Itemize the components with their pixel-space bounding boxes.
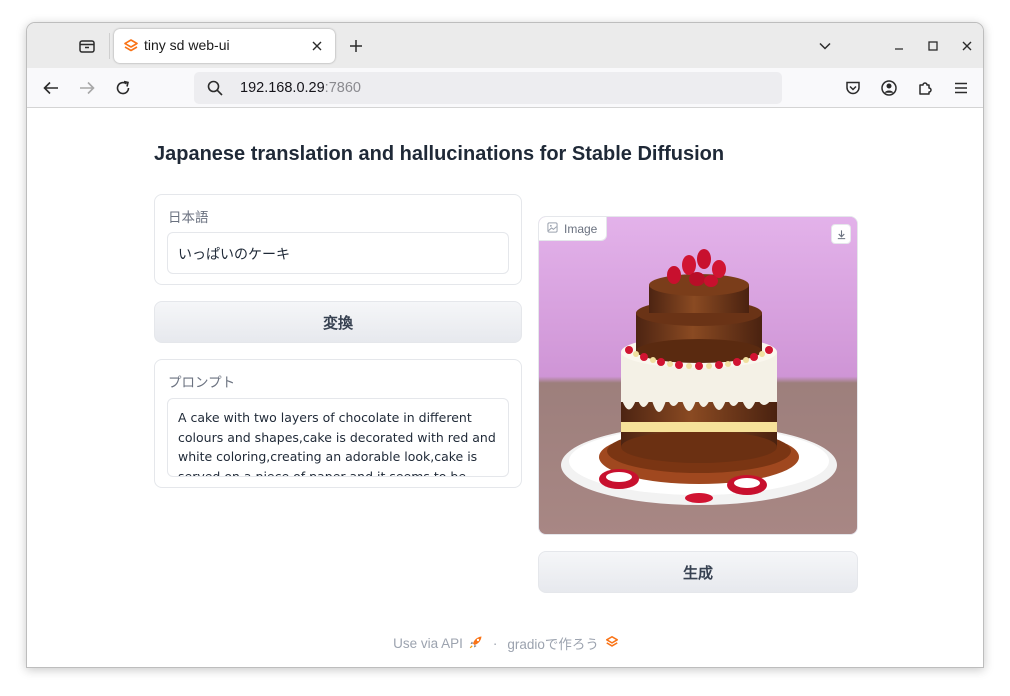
close-window-icon[interactable] (957, 36, 977, 56)
footer-separator: · (492, 635, 498, 651)
image-label-badge: Image (539, 217, 608, 241)
convert-button[interactable]: 変換 (154, 301, 522, 343)
minimize-icon[interactable] (889, 36, 909, 56)
close-tab-icon[interactable] (309, 38, 325, 54)
menu-icon[interactable] (950, 77, 972, 99)
url-host: 192.168.0.29 (240, 80, 325, 96)
footer: Use via API · gradioで作ろう (27, 633, 983, 653)
rocket-icon (469, 635, 483, 652)
japanese-input-block: 日本語 いっぱいのケーキ (154, 194, 522, 285)
url-bar[interactable]: 192.168.0.29:7860 (194, 72, 782, 104)
tab-bar: tiny sd web-ui (27, 23, 983, 68)
tab-title: tiny sd web-ui (144, 37, 230, 53)
forward-arrow-icon[interactable] (76, 77, 98, 99)
tab-list-icon[interactable] (77, 36, 97, 56)
image-icon (547, 221, 558, 236)
pocket-icon[interactable] (842, 77, 864, 99)
back-arrow-icon[interactable] (40, 77, 62, 99)
browser-tab-active[interactable]: tiny sd web-ui (114, 29, 335, 63)
generated-cake-image (539, 217, 857, 534)
navigation-bar: 192.168.0.29:7860 (27, 68, 983, 108)
prompt-label: プロンプト (168, 375, 236, 391)
search-icon (206, 79, 224, 97)
image-label: Image (564, 221, 598, 236)
prompt-block: プロンプト A cake with two layers of chocolat… (154, 359, 522, 488)
download-icon[interactable] (831, 224, 851, 244)
tab-separator (109, 33, 110, 59)
reload-icon[interactable] (112, 77, 134, 99)
use-via-api-link[interactable]: Use via API (393, 636, 463, 651)
image-output-panel: Image (538, 216, 858, 535)
page-content: Japanese translation and hallucinations … (27, 109, 983, 667)
prompt-textbox[interactable]: A cake with two layers of chocolate in d… (167, 398, 509, 477)
gradio-logo-icon (605, 635, 619, 652)
gradio-logo-icon (123, 38, 139, 54)
page-title: Japanese translation and hallucinations … (154, 143, 725, 165)
browser-window: tiny sd web-ui 192.168.0.29:7860 Japanes… (26, 22, 984, 668)
url-port: :7860 (324, 80, 361, 96)
japanese-textbox[interactable]: いっぱいのケーキ (167, 232, 509, 274)
generate-button[interactable]: 生成 (538, 551, 858, 593)
japanese-label: 日本語 (168, 210, 209, 226)
url-text: 192.168.0.29:7860 (240, 80, 361, 96)
maximize-icon[interactable] (923, 36, 943, 56)
account-icon[interactable] (878, 77, 900, 99)
chevron-down-icon[interactable] (815, 36, 835, 56)
built-with-gradio-link[interactable]: gradioで作ろう (507, 633, 599, 653)
extensions-icon[interactable] (914, 77, 936, 99)
new-tab-icon[interactable] (345, 35, 367, 57)
